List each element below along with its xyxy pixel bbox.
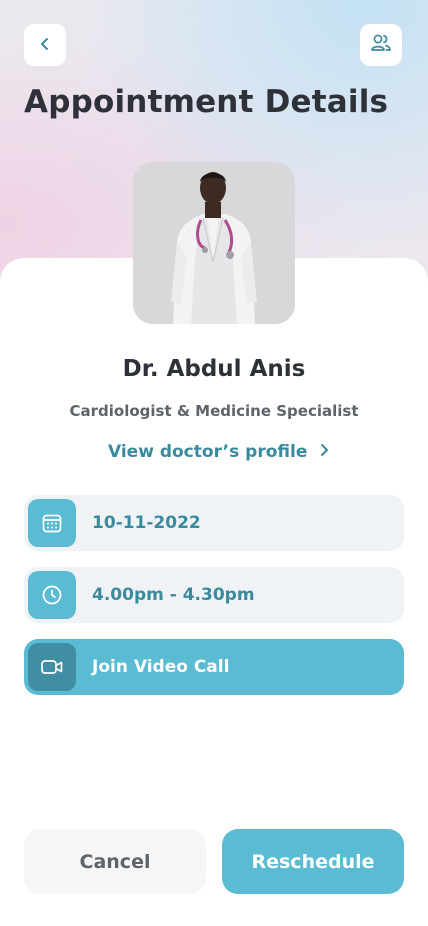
join-video-call-label: Join Video Call [92,657,230,677]
doctor-photo [133,162,295,324]
chevron-right-icon [319,442,329,462]
doctor-specialty: Cardiologist & Medicine Specialist [69,402,359,420]
reschedule-button[interactable]: Reschedule [222,829,404,894]
view-profile-link[interactable]: View doctor’s profile [108,439,329,465]
clock-icon [28,571,76,619]
calendar-icon [28,499,76,547]
cancel-button[interactable]: Cancel [24,829,206,894]
appointment-time-row: 4.00pm - 4.30pm [24,567,404,623]
join-video-call-button[interactable]: Join Video Call [24,639,404,695]
chevron-left-icon [38,36,52,55]
appointment-date-row: 10-11-2022 [24,495,404,551]
view-profile-label: View doctor’s profile [108,442,308,462]
appointment-time: 4.00pm - 4.30pm [92,585,255,605]
back-button[interactable] [24,24,66,66]
appointment-date: 10-11-2022 [92,513,201,533]
page-title: Appointment Details [24,84,389,120]
video-camera-icon [28,643,76,691]
doctor-name: Dr. Abdul Anis [122,356,306,382]
patients-button[interactable] [360,24,402,66]
users-icon [370,33,392,57]
